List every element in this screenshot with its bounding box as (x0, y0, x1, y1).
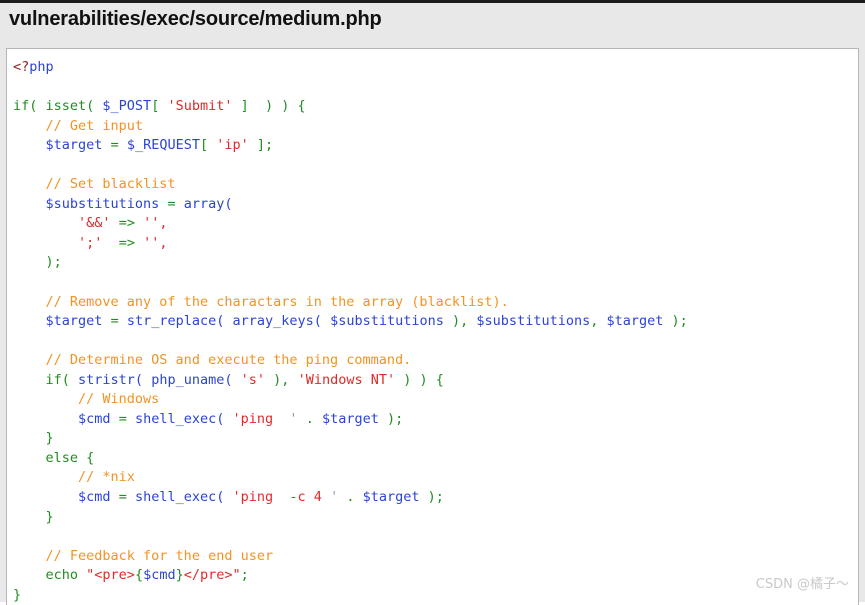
page-title: vulnerabilities/exec/source/medium.php (9, 8, 382, 30)
code-line: echo "<pre>{$cmd}</pre>"; (45, 567, 249, 584)
php-source-code: <?php if( isset( $_POST[ 'Submit' ] ) ) … (13, 58, 688, 605)
code-line: $cmd = shell_exec( 'ping -c 4 ' . $targe… (78, 489, 444, 506)
code-line: // Feedback for the end user (45, 547, 274, 564)
code-line: '&&' => '', (78, 215, 168, 232)
code-line: ';' => '', (78, 234, 168, 251)
csdn-watermark: CSDN @橘子～ (755, 577, 849, 592)
code-line: // Get input (45, 117, 144, 134)
source-code-panel[interactable]: <?php if( isset( $_POST[ 'Submit' ] ) ) … (6, 48, 859, 605)
source-view-page: vulnerabilities/exec/source/medium.php <… (0, 0, 865, 605)
code-line: // Remove any of the charactars in the a… (45, 293, 509, 310)
code-line: $substitutions = array( (45, 195, 233, 212)
code-line: } (45, 508, 54, 525)
source-code-inner: <?php if( isset( $_POST[ 'Submit' ] ) ) … (7, 49, 688, 605)
code-line: // Determine OS and execute the ping com… (45, 352, 412, 369)
code-line: if( isset( $_POST[ 'Submit' ] ) ) { (13, 98, 306, 115)
code-line: ); (45, 254, 62, 271)
code-line: // *nix (78, 469, 135, 486)
code-line: } (13, 586, 22, 603)
code-line: else { (45, 449, 95, 466)
code-line: $cmd = shell_exec( 'ping ' . $target ); (78, 410, 404, 427)
code-line: $target = $_REQUEST[ 'ip' ]; (45, 137, 274, 154)
code-line: if( stristr( php_uname( 's' ), 'Windows … (45, 371, 444, 388)
code-line: } (45, 430, 54, 447)
code-line: $target = str_replace( array_keys( $subs… (45, 313, 688, 330)
code-line: <?php (13, 59, 54, 75)
code-line: // Windows (78, 391, 160, 408)
code-line: // Set blacklist (45, 176, 176, 193)
